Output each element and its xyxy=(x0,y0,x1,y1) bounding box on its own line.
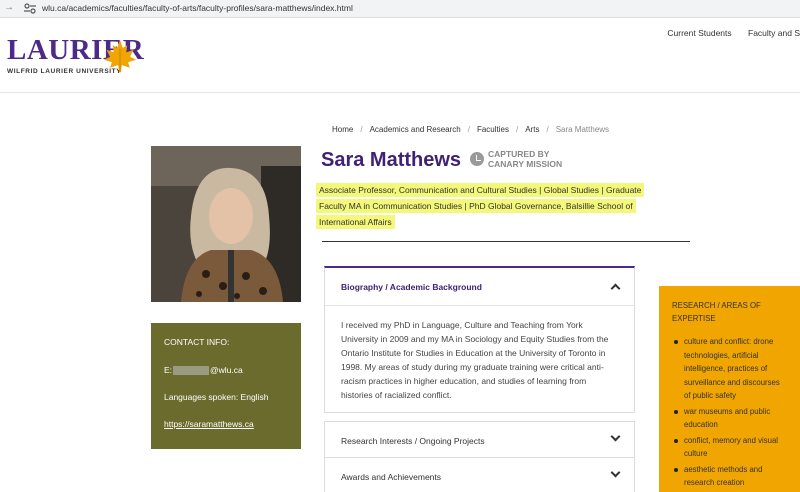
site-settings-icon[interactable] xyxy=(24,3,36,14)
research-areas-box: RESEARCH / AREAS OF EXPERTISE culture an… xyxy=(659,286,800,492)
redacted-email-user xyxy=(173,366,210,376)
website-link[interactable]: https://saramatthews.ca xyxy=(164,419,254,429)
top-nav: Current Students Faculty and S xyxy=(653,28,800,38)
accordion-awards-header[interactable]: Awards and Achievements xyxy=(325,458,634,482)
nav-current-students[interactable]: Current Students xyxy=(667,28,731,38)
breadcrumb-current: Sara Matthews xyxy=(555,125,610,134)
contact-info-box: CONTACT INFO: E: @wlu.ca Languages spoken… xyxy=(151,323,301,449)
profile-accordion: Biography / Academic Background I receiv… xyxy=(324,266,635,492)
profile-title: Associate Professor, Communication and C… xyxy=(316,182,666,230)
breadcrumb-separator: / xyxy=(515,125,519,134)
chevron-down-icon[interactable] xyxy=(610,467,621,478)
accordion-research-interests[interactable]: Research Interests / Ongoing Projects xyxy=(324,421,635,458)
accordion-research-header[interactable]: Research Interests / Ongoing Projects xyxy=(325,422,634,446)
list-item: aesthetic methods and research creation xyxy=(674,463,788,490)
chevron-up-icon[interactable] xyxy=(610,283,621,294)
accordion-research-label: Research Interests / Ongoing Projects xyxy=(341,436,485,446)
breadcrumb-academics[interactable]: Academics and Research xyxy=(370,125,461,134)
chevron-down-icon[interactable] xyxy=(610,431,621,442)
accordion-biography-label: Biography / Academic Background xyxy=(341,282,482,292)
accordion-biography: Biography / Academic Background I receiv… xyxy=(324,266,635,413)
forward-arrow-icon[interactable]: → xyxy=(4,2,14,13)
biography-text: I received my PhD in Language, Culture a… xyxy=(341,320,609,400)
profile-name: Sara Matthews xyxy=(321,149,462,171)
clock-icon xyxy=(470,152,484,166)
accordion-awards-label: Awards and Achievements xyxy=(341,472,442,482)
contact-title: CONTACT INFO: xyxy=(164,337,230,347)
maple-leaf-icon xyxy=(103,39,137,73)
email-suffix: @wlu.ca xyxy=(210,365,243,375)
research-title: RESEARCH / AREAS OF EXPERTISE xyxy=(672,301,761,323)
canary-mission-badge[interactable]: CAPTURED BY CANARY MISSION xyxy=(470,149,563,170)
research-list: culture and conflict: drone technologies… xyxy=(672,335,800,490)
profile-title-text: Associate Professor, Communication and C… xyxy=(316,183,645,229)
breadcrumb-separator: / xyxy=(467,125,470,134)
title-divider xyxy=(322,241,690,242)
url-text[interactable]: wlu.ca/academics/faculties/faculty-of-ar… xyxy=(42,3,353,13)
header-divider xyxy=(0,92,800,93)
breadcrumb: Home / Academics and Research / Faculties / Ar… xyxy=(332,125,609,134)
contact-languages: Languages spoken: English xyxy=(164,392,269,403)
breadcrumb-separator: / xyxy=(360,125,363,134)
breadcrumb-arts[interactable]: Arts xyxy=(525,125,539,134)
breadcrumb-home[interactable]: Home xyxy=(332,125,353,134)
canary-line-2: CANARY MISSION xyxy=(488,158,563,169)
breadcrumb-separator: / xyxy=(546,125,549,134)
list-item: war museums and public education xyxy=(674,405,788,432)
list-item: conflict, memory and visual culture xyxy=(674,434,788,461)
contact-email[interactable]: E: @wlu.ca xyxy=(164,365,301,376)
email-prefix: E: xyxy=(164,365,173,375)
accordion-biography-header[interactable]: Biography / Academic Background xyxy=(325,268,634,294)
browser-address-bar: → wlu.ca/academics/faculties/faculty-of-… xyxy=(0,0,800,18)
breadcrumb-faculties[interactable]: Faculties xyxy=(477,125,509,134)
profile-photo xyxy=(151,146,301,302)
list-item: culture and conflict: drone technologies… xyxy=(674,335,788,403)
nav-faculty-and-staff[interactable]: Faculty and S xyxy=(748,28,800,38)
accordion-awards[interactable]: Awards and Achievements xyxy=(324,458,635,492)
